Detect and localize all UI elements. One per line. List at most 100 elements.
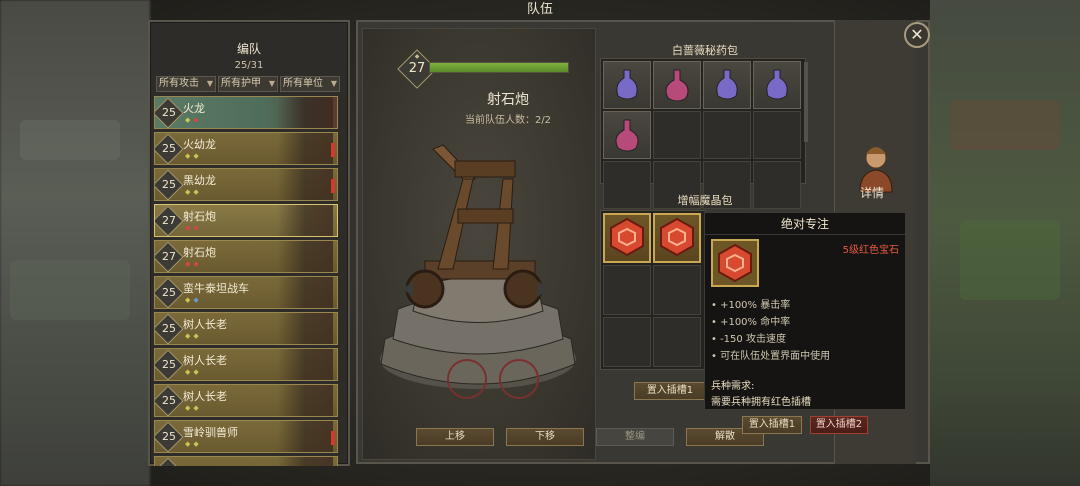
unit-level: 27 xyxy=(162,214,176,227)
gem-sockets: ◆◆ xyxy=(185,224,202,232)
gem-slot[interactable] xyxy=(603,213,651,263)
unit-portrait xyxy=(277,457,333,466)
unit-level: 27 xyxy=(162,250,176,263)
hp-fill xyxy=(430,63,568,72)
effect-line: • +100% 暴击率 xyxy=(711,300,791,311)
unit-row[interactable]: 25 树人长老 ◆◆ xyxy=(154,384,338,417)
unit-row[interactable]: 25 火龙 ◆◆ xyxy=(154,96,338,129)
unit-row[interactable]: 25 雪岭驯兽师 ◆◆ xyxy=(154,420,338,453)
slot-circle-2[interactable] xyxy=(499,359,539,399)
unit-portrait xyxy=(277,205,333,236)
tooltip-title: 绝对专注 xyxy=(705,213,905,235)
potion-slot[interactable] xyxy=(753,111,801,159)
unit-portrait xyxy=(277,277,333,308)
potion-scrollbar[interactable] xyxy=(804,62,808,142)
gem-slot[interactable] xyxy=(603,265,651,315)
unit-name: 射石炮 xyxy=(183,246,216,259)
unit-portrait xyxy=(277,133,333,164)
move-up-button[interactable]: 上移 xyxy=(416,428,494,446)
unit-list: 25 火龙 ◆◆ 25 火幼龙 ◆◆ 25 黑幼龙 ◆◆ 27 射石炮 ◆◆ 27 射石炮 ◆◆ 25 蛮牛泰坦… xyxy=(154,96,342,466)
potion-slot[interactable] xyxy=(703,111,751,159)
unit-name: 火龙 xyxy=(183,102,205,115)
potion-grid xyxy=(600,58,806,209)
level-badge xyxy=(155,457,184,466)
filter-label: 所有护甲 xyxy=(221,78,261,89)
requirement-text: 需要兵种拥有红色插槽 xyxy=(711,397,811,408)
insert-slot1-inline-button[interactable]: 置入插槽1 xyxy=(634,382,706,400)
potion-slot[interactable] xyxy=(653,61,701,109)
roster-header: 编队 xyxy=(236,42,261,56)
unit-row[interactable]: 25 树人长老 ◆◆ xyxy=(154,348,338,381)
gem-sockets: ◆◆ xyxy=(185,296,202,304)
gem-socket-icon: ◆ xyxy=(193,152,202,160)
unit-portrait xyxy=(277,421,333,452)
red-gem-icon xyxy=(718,243,752,283)
gem-grid xyxy=(600,210,706,370)
unit-row[interactable]: 25 树人长老 ◆◆ xyxy=(154,312,338,345)
slot-circle-1[interactable] xyxy=(447,359,487,399)
warning-icon xyxy=(331,143,335,157)
unit-row[interactable]: 25 黑幼龙 ◆◆ xyxy=(154,168,338,201)
effect-line: • -150 攻击速度 xyxy=(711,334,786,345)
potion-icon xyxy=(716,69,738,100)
gem-slot[interactable] xyxy=(653,213,701,263)
requirement-header: 兵种需求: xyxy=(711,381,755,392)
filter-armor[interactable]: 所有护甲 ▼ xyxy=(218,76,278,92)
unit-row[interactable]: 25 xyxy=(154,456,338,466)
unit-row[interactable]: 27 射石炮 ◆◆ xyxy=(154,204,338,237)
tooltip-subtitle: 5级红色宝石 xyxy=(842,245,899,256)
detail-link[interactable]: 详情 xyxy=(860,184,884,201)
red-gem-icon xyxy=(610,217,644,257)
move-down-button[interactable]: 下移 xyxy=(506,428,584,446)
unit-level: 25 xyxy=(162,322,176,335)
gem-socket-icon: ◆ xyxy=(193,188,202,196)
potion-slot[interactable] xyxy=(603,111,651,159)
unit-row[interactable]: 25 火幼龙 ◆◆ xyxy=(154,132,338,165)
gem-pack-title: 增幅魔晶包 xyxy=(677,194,733,207)
unit-name: 黑幼龙 xyxy=(183,174,216,187)
unit-portrait xyxy=(277,349,333,380)
close-button[interactable]: ✕ xyxy=(904,22,930,48)
unit-row[interactable]: 27 射石炮 ◆◆ xyxy=(154,240,338,273)
chevron-down-icon: ▼ xyxy=(268,79,275,88)
gem-socket-icon: ◆ xyxy=(193,440,202,448)
gem-sockets: ◆◆ xyxy=(185,440,202,448)
potion-slot[interactable] xyxy=(703,61,751,109)
potion-slot[interactable] xyxy=(753,61,801,109)
unit-name: 树人长老 xyxy=(183,354,227,367)
window-title: 队伍 xyxy=(526,2,553,17)
gem-socket-icon: ◆ xyxy=(193,296,202,304)
gem-socket-icon: ◆ xyxy=(193,404,202,412)
gem-socket-icon: ◆ xyxy=(193,260,202,268)
potion-slot[interactable] xyxy=(603,61,651,109)
unit-row[interactable]: 25 蛮牛泰坦战车 ◆◆ xyxy=(154,276,338,309)
unit-name: 雪岭驯兽师 xyxy=(183,426,238,439)
filter-attack[interactable]: 所有攻击 ▼ xyxy=(156,76,216,92)
insert-slot1-button[interactable]: 置入插槽1 xyxy=(742,416,802,434)
warning-icon xyxy=(331,431,335,445)
gem-sockets: ◆◆ xyxy=(185,260,202,268)
gem-slot[interactable] xyxy=(653,265,701,315)
tooltip-gem xyxy=(711,239,759,287)
chevron-down-icon: ▼ xyxy=(206,79,213,88)
red-gem-icon xyxy=(660,217,694,257)
unit-stage: ◆ 27 射石炮 当前队伍人数：2/2 xyxy=(362,28,596,460)
filter-unit[interactable]: 所有单位 ▼ xyxy=(280,76,340,92)
roster-count: 25/31 xyxy=(234,60,264,71)
insert-slot2-button[interactable]: 置入插槽2 xyxy=(810,416,868,434)
filter-label: 所有单位 xyxy=(283,78,323,89)
background-left xyxy=(0,0,150,486)
edit-button[interactable]: 整编 xyxy=(596,428,674,446)
filter-label: 所有攻击 xyxy=(159,78,199,89)
gem-sockets: ◆◆ xyxy=(185,116,202,124)
unit-level: 25 xyxy=(162,106,176,119)
warning-icon xyxy=(331,179,335,193)
unit-hp-bar xyxy=(429,62,569,73)
unit-portrait xyxy=(277,385,333,416)
potion-slot[interactable] xyxy=(653,111,701,159)
unit-name: 蛮牛泰坦战车 xyxy=(183,282,249,295)
gem-slot[interactable] xyxy=(653,317,701,367)
gem-slot[interactable] xyxy=(603,317,651,367)
gem-socket-icon: ◆ xyxy=(193,116,202,124)
unit-name: 树人长老 xyxy=(183,390,227,403)
